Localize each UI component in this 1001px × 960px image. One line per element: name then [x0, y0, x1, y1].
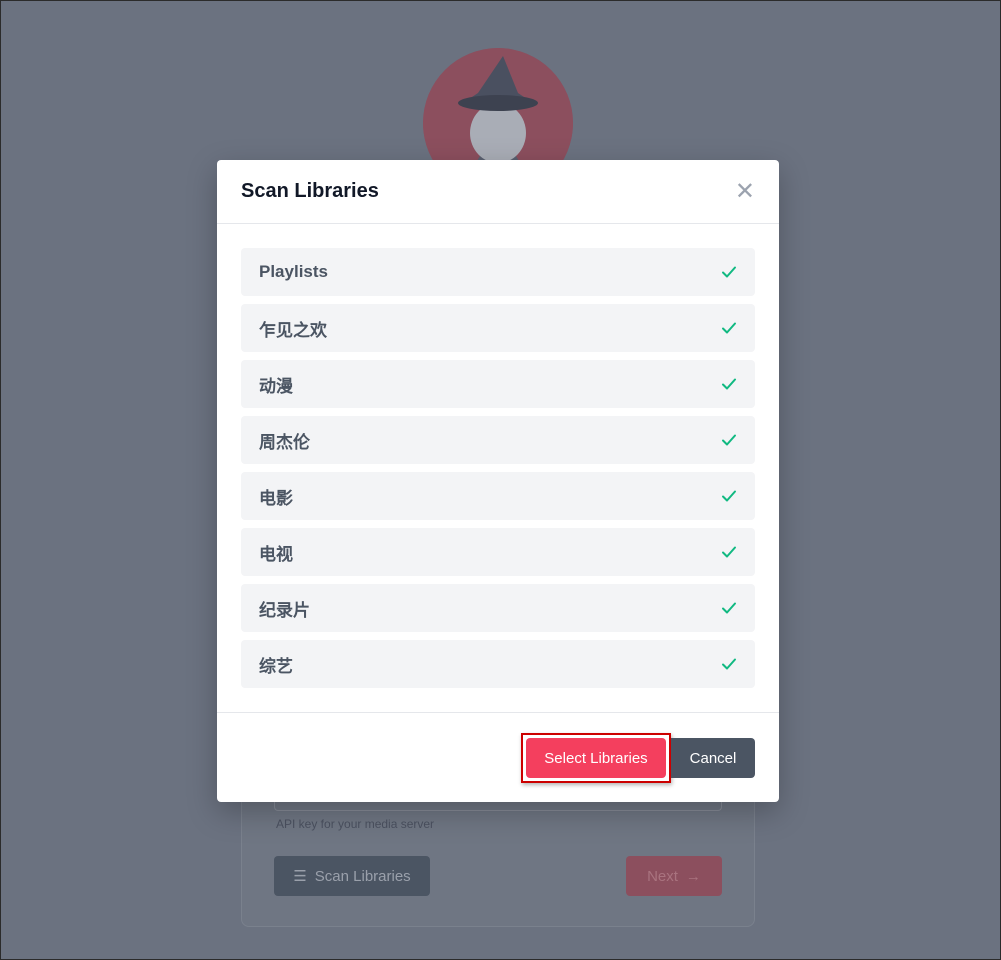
modal-header: Scan Libraries ✕	[217, 160, 779, 224]
library-item[interactable]: 动漫	[241, 360, 755, 408]
library-item[interactable]: 纪录片	[241, 584, 755, 632]
check-icon	[722, 322, 736, 334]
library-label: 综艺	[259, 656, 293, 676]
library-item[interactable]: 乍见之欢	[241, 304, 755, 352]
library-item[interactable]: Playlists	[241, 248, 755, 296]
check-icon	[722, 602, 736, 614]
select-libraries-button[interactable]: Select Libraries	[526, 738, 666, 778]
library-item[interactable]: 周杰伦	[241, 416, 755, 464]
library-item[interactable]: 电视	[241, 528, 755, 576]
close-icon[interactable]: ✕	[735, 179, 755, 204]
check-icon	[722, 266, 736, 278]
bg-scan-libraries-label: Scan Libraries	[314, 867, 411, 885]
library-label: Playlists	[259, 262, 328, 281]
select-libraries-highlight: Select Libraries	[521, 733, 671, 783]
cancel-button[interactable]: Cancel	[671, 738, 755, 778]
library-item[interactable]: 电影	[241, 472, 755, 520]
list-icon: ☰	[293, 868, 307, 885]
check-icon	[722, 546, 736, 558]
api-key-hint: API key for your media server	[276, 817, 435, 831]
modal-body: Playlists 乍见之欢动漫周杰伦电影电视纪录片综艺	[217, 224, 779, 713]
library-label: 动漫	[259, 376, 293, 396]
arrow-right-icon: →	[685, 867, 701, 885]
modal-title: Scan Libraries	[241, 180, 379, 202]
check-icon	[722, 378, 736, 390]
check-icon	[722, 434, 736, 446]
library-label: 周杰伦	[259, 432, 310, 452]
bg-next-label: Next	[647, 867, 678, 885]
check-icon	[722, 490, 736, 502]
modal-footer: Select Libraries Cancel	[217, 714, 779, 802]
library-item[interactable]: 综艺	[241, 640, 755, 688]
library-list: Playlists 乍见之欢动漫周杰伦电影电视纪录片综艺	[241, 248, 755, 688]
library-label: 电视	[259, 544, 293, 564]
library-label: 电影	[259, 488, 293, 508]
scan-libraries-modal: Scan Libraries ✕ Playlists 乍见之欢动漫周杰伦电影电视纪…	[217, 160, 779, 802]
bg-next-button: Next →	[626, 856, 722, 896]
check-icon	[722, 658, 736, 670]
library-label: 纪录片	[259, 600, 310, 620]
bg-scan-libraries-button: ☰ Scan Libraries	[274, 856, 430, 896]
library-label: 乍见之欢	[259, 320, 327, 340]
